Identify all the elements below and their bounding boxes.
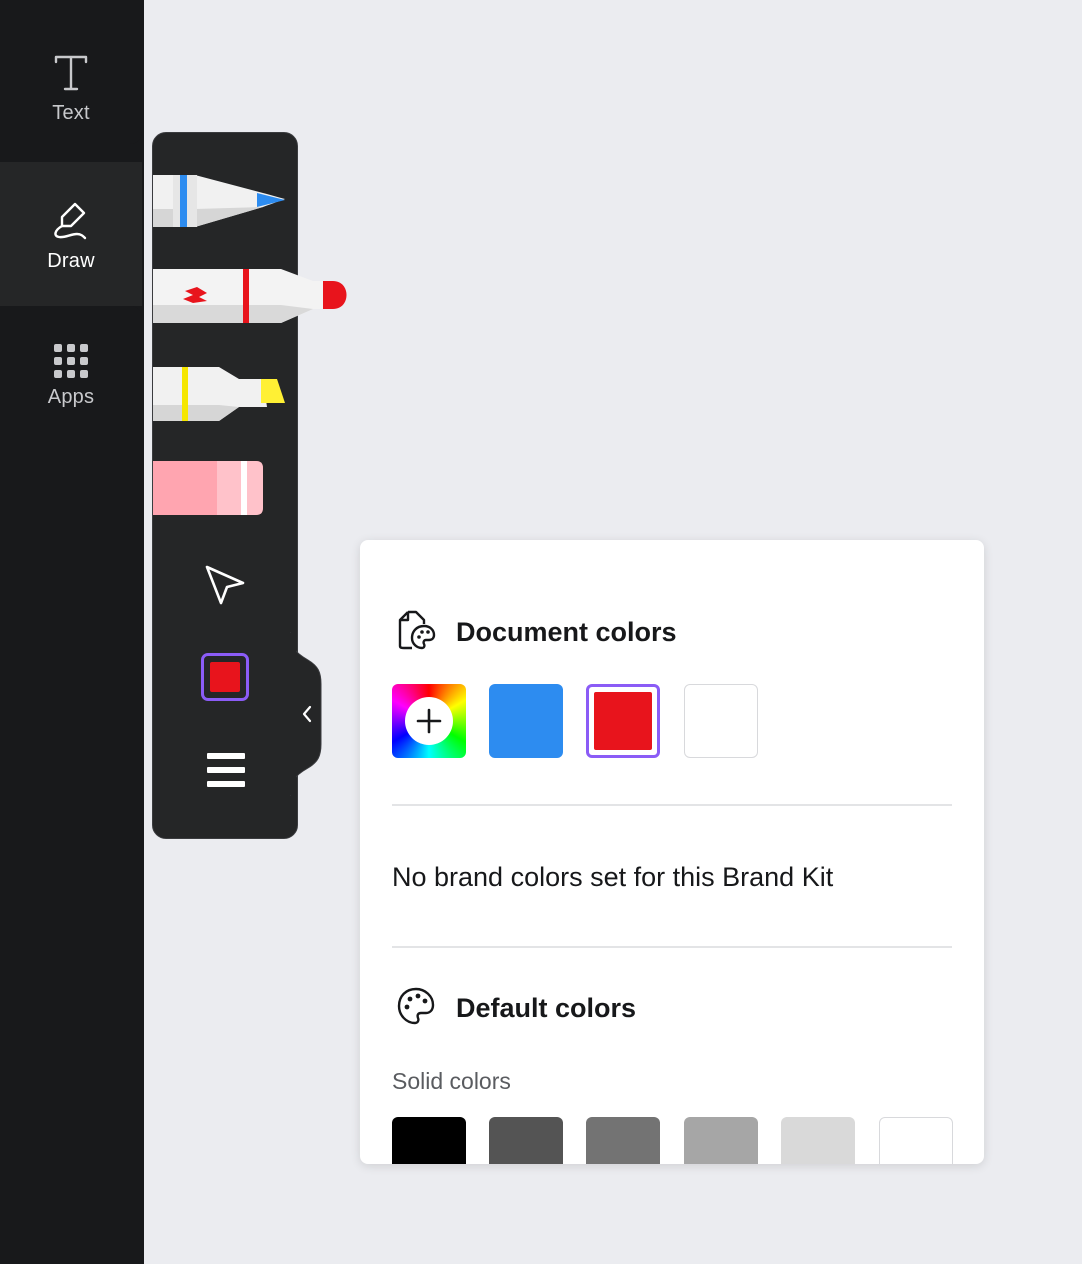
sidebar-item-label: Apps [47,386,95,408]
sidebar-item-draw[interactable]: Draw [0,162,142,306]
sidebar-item-label: Text [52,102,90,124]
default-color-swatch[interactable] [684,1117,758,1164]
default-colors-title: Default colors [456,993,637,1023]
default-color-swatch[interactable] [489,1117,563,1164]
draw-toolbar [152,132,347,839]
current-color-swatch [210,662,240,692]
palette-icon [396,986,436,1031]
default-color-swatch[interactable] [392,1117,466,1164]
add-color-button[interactable] [392,684,466,758]
plus-icon [405,697,453,745]
eraser-tool[interactable] [153,459,273,524]
document-colors-header: Document colors [396,608,677,657]
text-icon [53,54,89,94]
pen-tool[interactable] [153,169,293,238]
default-color-swatch[interactable] [879,1117,953,1164]
solid-colors-label: Solid colors [392,1068,511,1094]
default-color-swatch[interactable] [586,1117,660,1164]
cursor-arrow-icon[interactable] [203,563,247,612]
sidebar-item-label: Draw [47,250,95,272]
sidebar-item-apps[interactable]: Apps [0,306,142,450]
default-colors-header: Default colors [396,986,636,1031]
sidebar-item-text[interactable]: Text [0,0,142,144]
left-sidebar: Text Draw Apps [0,0,144,1264]
draw-icon [51,198,91,242]
highlighter-tool[interactable] [153,363,293,430]
selected-color-fill [594,692,652,750]
document-color-swatch[interactable] [489,684,563,758]
document-color-swatch[interactable] [684,684,758,758]
chevron-left-icon[interactable] [300,703,314,730]
document-color-swatch-selected[interactable] [586,684,660,758]
divider [392,804,952,806]
default-color-swatch[interactable] [781,1117,855,1164]
marker-tool[interactable] [153,265,353,332]
document-colors-title: Document colors [456,617,677,647]
document-palette-icon [396,608,436,657]
divider [392,946,952,948]
current-color-button[interactable] [201,653,249,701]
color-panel: Document colors No brand colors set for … [360,540,984,1164]
hamburger-menu-icon[interactable] [207,753,245,792]
apps-grid-icon [54,344,88,378]
brand-colors-message: No brand colors set for this Brand Kit [392,862,834,892]
